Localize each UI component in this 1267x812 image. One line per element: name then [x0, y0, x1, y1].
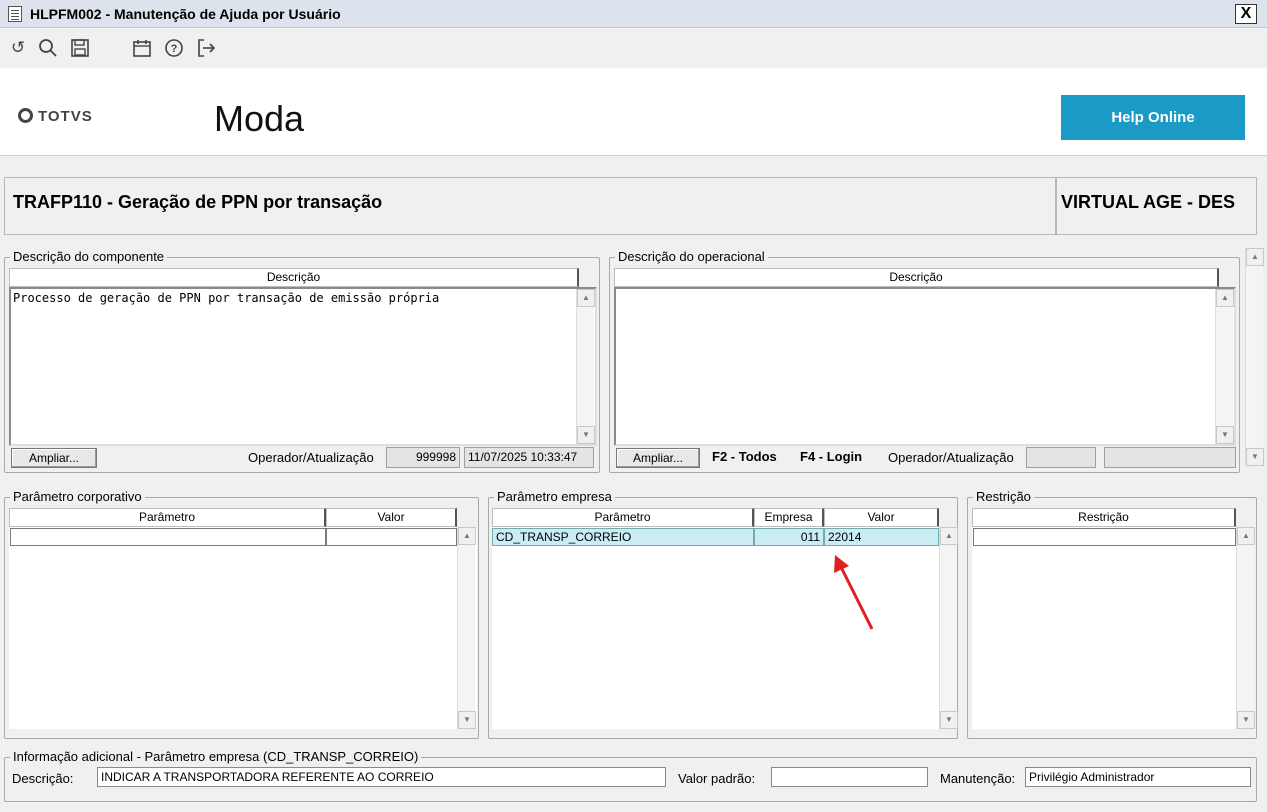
restricao-scrollbar[interactable]: ▲ ▼: [1236, 527, 1255, 729]
restricao-legend: Restrição: [973, 489, 1034, 504]
module-title: Moda: [214, 98, 305, 139]
program-title-panel: TRAFP110 - Geração de PPN por transação: [4, 177, 1056, 235]
document-icon: [8, 6, 22, 22]
search-icon[interactable]: [36, 36, 60, 60]
operacional-legend: Descrição do operacional: [615, 249, 768, 264]
save-icon[interactable]: [68, 36, 92, 60]
componente-ampliar-button[interactable]: Ampliar...: [11, 448, 97, 468]
empresa-cell-valor[interactable]: 22014: [824, 528, 939, 546]
operacional-atualizacao-value: [1104, 447, 1236, 468]
corporativo-legend: Parâmetro corporativo: [10, 489, 145, 504]
corporativo-cell-parametro[interactable]: [10, 528, 326, 546]
operacional-operador-label: Operador/Atualização: [888, 450, 1014, 465]
restricao-grid[interactable]: [972, 527, 1253, 729]
close-button[interactable]: X: [1235, 4, 1257, 24]
scroll-up-icon[interactable]: ▲: [1216, 289, 1234, 307]
operacional-textarea[interactable]: [614, 287, 1236, 446]
system-name: VIRTUAL AGE - DES: [1061, 192, 1236, 212]
f4-login-label[interactable]: F4 - Login: [800, 449, 862, 464]
componente-textarea[interactable]: Processo de geração de PPN por transação…: [9, 287, 597, 446]
calendar-icon[interactable]: [130, 36, 154, 60]
scroll-down-icon[interactable]: ▼: [1237, 711, 1255, 729]
operacional-operador-value: [1026, 447, 1096, 468]
corporativo-col-parametro: Parâmetro: [9, 508, 326, 527]
componente-scrollbar[interactable]: ▲ ▼: [576, 289, 595, 444]
scroll-up-icon[interactable]: ▲: [940, 527, 958, 545]
operacional-scrollbar[interactable]: ▲ ▼: [1215, 289, 1234, 444]
program-title: TRAFP110 - Geração de PPN por transação: [13, 192, 383, 212]
empresa-legend: Parâmetro empresa: [494, 489, 615, 504]
componente-operador-label: Operador/Atualização: [248, 450, 374, 465]
restricao-col-restricao: Restrição: [972, 508, 1236, 527]
system-panel: VIRTUAL AGE - DES: [1056, 177, 1257, 235]
operacional-column-header: Descrição: [614, 268, 1219, 287]
scroll-up-icon[interactable]: ▲: [1237, 527, 1255, 545]
totvs-logo: TOTVS: [18, 108, 93, 125]
svg-text:?: ?: [171, 43, 178, 55]
componente-column-header: Descrição: [9, 268, 579, 287]
operacional-ampliar-button[interactable]: Ampliar...: [616, 448, 700, 468]
componente-legend: Descrição do componente: [10, 249, 168, 264]
info-valor-padrao-field[interactable]: [771, 767, 928, 787]
componente-operador-value: 999998: [386, 447, 460, 468]
help-online-button[interactable]: Help Online: [1061, 95, 1245, 140]
info-manutencao-field[interactable]: Privilégio Administrador: [1025, 767, 1251, 787]
corporativo-grid[interactable]: [9, 527, 477, 729]
exit-icon[interactable]: [194, 36, 218, 60]
scroll-up-icon[interactable]: ▲: [1246, 248, 1264, 266]
scroll-up-icon[interactable]: ▲: [458, 527, 476, 545]
empresa-cell-empresa[interactable]: 011: [754, 528, 824, 546]
componente-atualizacao-value: 11/07/2025 10:33:47: [464, 447, 594, 468]
scroll-down-icon[interactable]: ▼: [1246, 448, 1264, 466]
empresa-cell-parametro[interactable]: CD_TRANSP_CORREIO: [492, 528, 754, 546]
empresa-col-valor: Valor: [824, 508, 939, 527]
undo-icon[interactable]: ↺: [6, 36, 30, 60]
scroll-down-icon[interactable]: ▼: [577, 426, 595, 444]
restricao-cell[interactable]: [973, 528, 1236, 546]
corporativo-col-valor: Valor: [326, 508, 457, 527]
scroll-down-icon[interactable]: ▼: [940, 711, 958, 729]
empresa-col-parametro: Parâmetro: [492, 508, 754, 527]
help-icon[interactable]: ?: [162, 36, 186, 60]
info-descricao-field[interactable]: INDICAR A TRANSPORTADORA REFERENTE AO CO…: [97, 767, 666, 787]
corporativo-cell-valor[interactable]: [326, 528, 457, 546]
empresa-scrollbar[interactable]: ▲ ▼: [939, 527, 958, 729]
outer-scrollbar[interactable]: ▲ ▼: [1245, 248, 1264, 466]
toolbar: ↺ ?: [0, 28, 1267, 68]
app-header: TOTVS Moda Help Online: [0, 68, 1267, 156]
scroll-up-icon[interactable]: ▲: [577, 289, 595, 307]
info-descricao-label: Descrição:: [12, 771, 74, 786]
corporativo-scrollbar[interactable]: ▲ ▼: [457, 527, 476, 729]
info-legend: Informação adicional - Parâmetro empresa…: [10, 749, 422, 764]
title-bar: HLPFM002 - Manutenção de Ajuda por Usuár…: [0, 0, 1267, 28]
scroll-down-icon[interactable]: ▼: [1216, 426, 1234, 444]
window-title: HLPFM002 - Manutenção de Ajuda por Usuár…: [30, 6, 341, 22]
info-manutencao-label: Manutenção:: [940, 771, 1016, 786]
scroll-down-icon[interactable]: ▼: [458, 711, 476, 729]
empresa-col-empresa: Empresa: [754, 508, 824, 527]
componente-text: Processo de geração de PPN por transação…: [13, 291, 440, 305]
info-valor-padrao-label: Valor padrão:: [678, 771, 756, 786]
annotation-arrow-icon: [834, 555, 874, 630]
f2-todos-label[interactable]: F2 - Todos: [712, 449, 777, 464]
